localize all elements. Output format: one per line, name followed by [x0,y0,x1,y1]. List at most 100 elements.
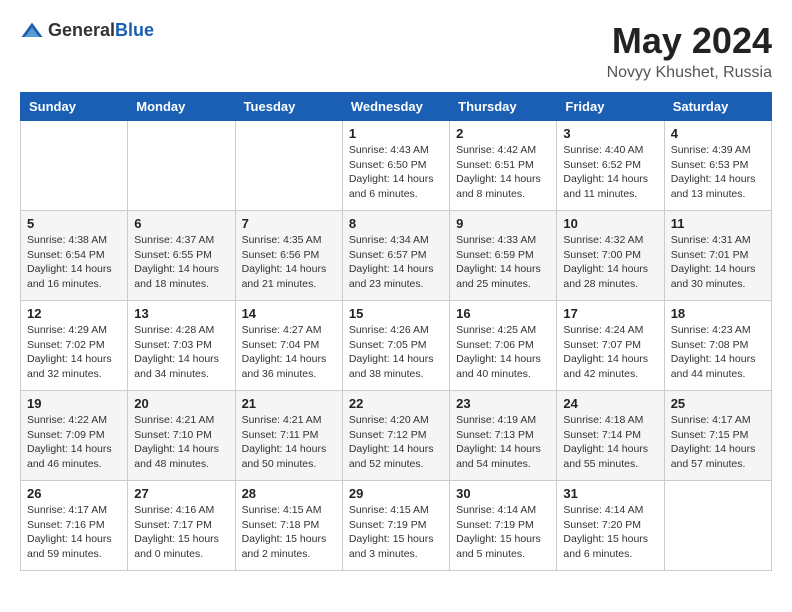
table-row: 2 Sunrise: 4:42 AM Sunset: 6:51 PM Daylig… [450,121,557,211]
calendar-week-4: 19 Sunrise: 4:22 AM Sunset: 7:09 PM Dayli… [21,391,772,481]
calendar-week-1: 1 Sunrise: 4:43 AM Sunset: 6:50 PM Daylig… [21,121,772,211]
table-row [128,121,235,211]
day-number: 24 [563,396,657,411]
calendar-table: Sunday Monday Tuesday Wednesday Thursday… [20,92,772,571]
day-info: Sunrise: 4:20 AM Sunset: 7:12 PM Dayligh… [349,413,443,472]
day-number: 9 [456,216,550,231]
header: GeneralBlue May 2024 Novyy Khushet, Russ… [20,20,772,82]
header-thursday: Thursday [450,93,557,121]
day-info: Sunrise: 4:38 AM Sunset: 6:54 PM Dayligh… [27,233,121,292]
day-info: Sunrise: 4:18 AM Sunset: 7:14 PM Dayligh… [563,413,657,472]
logo-text-general: General [48,20,115,40]
day-number: 11 [671,216,765,231]
day-info: Sunrise: 4:15 AM Sunset: 7:19 PM Dayligh… [349,503,443,562]
table-row: 22 Sunrise: 4:20 AM Sunset: 7:12 PM Dayli… [342,391,449,481]
day-number: 6 [134,216,228,231]
day-info: Sunrise: 4:33 AM Sunset: 6:59 PM Dayligh… [456,233,550,292]
table-row: 29 Sunrise: 4:15 AM Sunset: 7:19 PM Dayli… [342,481,449,571]
table-row: 31 Sunrise: 4:14 AM Sunset: 7:20 PM Dayli… [557,481,664,571]
table-row [664,481,771,571]
table-row: 5Sunrise: 4:38 AM Sunset: 6:54 PM Daylig… [21,211,128,301]
table-row: 27 Sunrise: 4:16 AM Sunset: 7:17 PM Dayli… [128,481,235,571]
days-header-row: Sunday Monday Tuesday Wednesday Thursday… [21,93,772,121]
table-row: 3Sunrise: 4:40 AM Sunset: 6:52 PM Daylig… [557,121,664,211]
day-info: Sunrise: 4:43 AM Sunset: 6:50 PM Dayligh… [349,143,443,202]
day-number: 14 [242,306,336,321]
day-info: Sunrise: 4:31 AM Sunset: 7:01 PM Dayligh… [671,233,765,292]
table-row: 14 Sunrise: 4:27 AM Sunset: 7:04 PM Dayli… [235,301,342,391]
day-info: Sunrise: 4:32 AM Sunset: 7:00 PM Dayligh… [563,233,657,292]
header-monday: Monday [128,93,235,121]
day-info: Sunrise: 4:29 AM Sunset: 7:02 PM Dayligh… [27,323,121,382]
day-number: 15 [349,306,443,321]
day-number: 23 [456,396,550,411]
location-title: Novyy Khushet, Russia [607,64,772,82]
logo: GeneralBlue [20,20,154,41]
table-row: 30Sunrise: 4:14 AM Sunset: 7:19 PM Dayli… [450,481,557,571]
day-info: Sunrise: 4:35 AM Sunset: 6:56 PM Dayligh… [242,233,336,292]
day-info: Sunrise: 4:14 AM Sunset: 7:20 PM Dayligh… [563,503,657,562]
table-row: 10 Sunrise: 4:32 AM Sunset: 7:00 PM Dayli… [557,211,664,301]
day-info: Sunrise: 4:37 AM Sunset: 6:55 PM Dayligh… [134,233,228,292]
day-number: 19 [27,396,121,411]
day-number: 2 [456,126,550,141]
day-number: 25 [671,396,765,411]
day-info: Sunrise: 4:42 AM Sunset: 6:51 PM Dayligh… [456,143,550,202]
day-info: Sunrise: 4:27 AM Sunset: 7:04 PM Dayligh… [242,323,336,382]
day-info: Sunrise: 4:26 AM Sunset: 7:05 PM Dayligh… [349,323,443,382]
day-number: 22 [349,396,443,411]
header-saturday: Saturday [664,93,771,121]
table-row: 15 Sunrise: 4:26 AM Sunset: 7:05 PM Dayli… [342,301,449,391]
table-row: 24 Sunrise: 4:18 AM Sunset: 7:14 PM Dayli… [557,391,664,481]
table-row: 11 Sunrise: 4:31 AM Sunset: 7:01 PM Dayli… [664,211,771,301]
calendar-week-2: 5Sunrise: 4:38 AM Sunset: 6:54 PM Daylig… [21,211,772,301]
day-info: Sunrise: 4:16 AM Sunset: 7:17 PM Dayligh… [134,503,228,562]
day-number: 1 [349,126,443,141]
table-row: 4 Sunrise: 4:39 AM Sunset: 6:53 PM Daylig… [664,121,771,211]
day-number: 10 [563,216,657,231]
day-number: 17 [563,306,657,321]
day-info: Sunrise: 4:15 AM Sunset: 7:18 PM Dayligh… [242,503,336,562]
day-number: 27 [134,486,228,501]
table-row: 26 Sunrise: 4:17 AM Sunset: 7:16 PM Dayli… [21,481,128,571]
day-number: 13 [134,306,228,321]
day-number: 4 [671,126,765,141]
table-row: 23 Sunrise: 4:19 AM Sunset: 7:13 PM Dayli… [450,391,557,481]
day-number: 16 [456,306,550,321]
day-number: 21 [242,396,336,411]
header-wednesday: Wednesday [342,93,449,121]
day-info: Sunrise: 4:19 AM Sunset: 7:13 PM Dayligh… [456,413,550,472]
day-number: 26 [27,486,121,501]
table-row: 16Sunrise: 4:25 AM Sunset: 7:06 PM Dayli… [450,301,557,391]
table-row: 20Sunrise: 4:21 AM Sunset: 7:10 PM Dayli… [128,391,235,481]
day-number: 18 [671,306,765,321]
day-info: Sunrise: 4:34 AM Sunset: 6:57 PM Dayligh… [349,233,443,292]
header-sunday: Sunday [21,93,128,121]
logo-text-blue: Blue [115,20,154,40]
table-row: 25 Sunrise: 4:17 AM Sunset: 7:15 PM Dayli… [664,391,771,481]
day-info: Sunrise: 4:22 AM Sunset: 7:09 PM Dayligh… [27,413,121,472]
table-row: 7 Sunrise: 4:35 AM Sunset: 6:56 PM Daylig… [235,211,342,301]
header-tuesday: Tuesday [235,93,342,121]
day-info: Sunrise: 4:17 AM Sunset: 7:16 PM Dayligh… [27,503,121,562]
logo-icon [20,21,44,41]
day-number: 31 [563,486,657,501]
table-row: 12 Sunrise: 4:29 AM Sunset: 7:02 PM Dayli… [21,301,128,391]
day-number: 12 [27,306,121,321]
day-number: 28 [242,486,336,501]
day-number: 29 [349,486,443,501]
day-info: Sunrise: 4:39 AM Sunset: 6:53 PM Dayligh… [671,143,765,202]
day-info: Sunrise: 4:40 AM Sunset: 6:52 PM Dayligh… [563,143,657,202]
title-area: May 2024 Novyy Khushet, Russia [607,20,772,82]
month-title: May 2024 [607,20,772,62]
table-row: 17Sunrise: 4:24 AM Sunset: 7:07 PM Dayli… [557,301,664,391]
day-number: 7 [242,216,336,231]
table-row [21,121,128,211]
table-row: 19 Sunrise: 4:22 AM Sunset: 7:09 PM Dayli… [21,391,128,481]
calendar-week-5: 26 Sunrise: 4:17 AM Sunset: 7:16 PM Dayli… [21,481,772,571]
table-row: 1 Sunrise: 4:43 AM Sunset: 6:50 PM Daylig… [342,121,449,211]
day-info: Sunrise: 4:21 AM Sunset: 7:11 PM Dayligh… [242,413,336,472]
table-row: 18Sunrise: 4:23 AM Sunset: 7:08 PM Dayli… [664,301,771,391]
day-info: Sunrise: 4:17 AM Sunset: 7:15 PM Dayligh… [671,413,765,472]
day-number: 30 [456,486,550,501]
